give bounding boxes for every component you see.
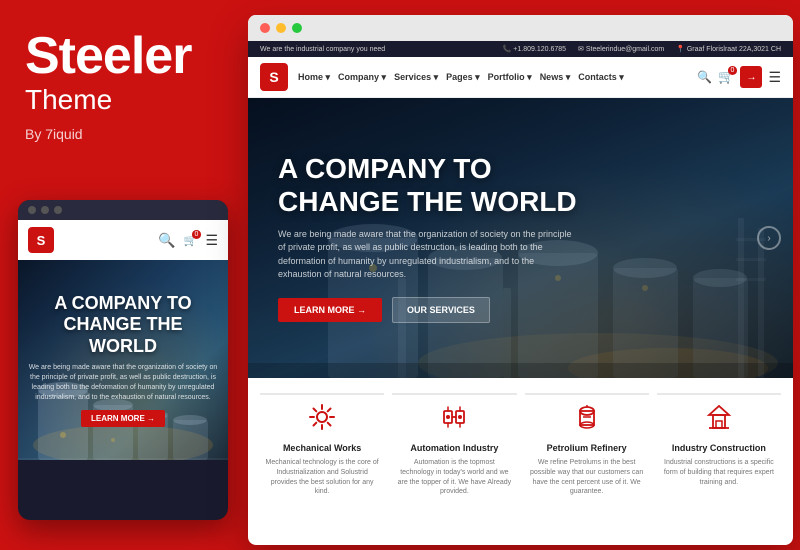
topbar-phone: 📞 +1.809.120.6785 [503,45,566,53]
nav-item-news[interactable]: News ▾ [540,72,571,83]
mobile-dot-3 [54,206,62,214]
nav-cart-icon[interactable]: 🛒0 [718,69,734,85]
hero-buttons: LEARN MORE → OUR SERVICES [278,297,598,323]
topbar-tagline: We are the industrial company you need [260,46,385,53]
nav-item-services[interactable]: Services ▾ [394,72,438,83]
site-topbar: We are the industrial company you need 📞… [248,41,793,57]
mobile-hero-desc: We are being made aware that the organiz… [28,363,218,402]
hamburger-icon[interactable]: ☰ [205,232,218,249]
nav-item-company[interactable]: Company ▾ [338,72,386,83]
topbar-contacts: 📞 +1.809.120.6785 ✉ Steelerindue@gmail.c… [503,45,781,53]
service-card-3: Industry Construction Industrial constru… [657,393,781,505]
cart-icon[interactable]: 🛒0 [184,234,198,247]
mobile-nav: S 🔍 🛒0 ☰ [18,220,228,260]
browser-bar [248,15,793,41]
site-nav: S Home ▾ Company ▾ Services ▾ Pages ▾ Po… [248,57,793,98]
service-name-1: Automation Industry [397,443,511,453]
nav-hamburger-icon[interactable]: ☰ [768,69,781,86]
site-nav-items: Home ▾ Company ▾ Services ▾ Pages ▾ Port… [298,72,687,83]
nav-item-contacts[interactable]: Contacts ▾ [578,72,624,83]
brand-by: By 7iquid [25,126,215,142]
mechanical-icon [265,403,379,437]
nav-arrow-button[interactable]: → [740,66,762,88]
mobile-logo: S [28,227,54,253]
mobile-dots [18,200,228,220]
brand-title: Steeler [25,30,215,82]
our-services-button[interactable]: OUR SERVICES [392,297,490,323]
hero-desc: We are being made aware that the organiz… [278,228,578,282]
desktop-preview: We are the industrial company you need 📞… [248,15,793,545]
service-desc-3: Industrial constructions is a specific f… [662,458,776,487]
mobile-dot-2 [41,206,49,214]
mobile-nav-icons: 🔍 🛒0 ☰ [158,232,218,249]
service-desc-1: Automation is the topmost technology in … [397,458,511,497]
browser-dot-red [260,23,270,33]
brand-subtitle: Theme [25,84,215,116]
service-card-0: Mechanical Works Mechanical technology i… [260,393,384,505]
service-card-2: Petrolium Refinery We refine Petrolums i… [525,393,649,505]
hero-title: A COMPANY TO CHANGE THE WORLD [278,153,598,217]
learn-more-button[interactable]: LEARN MORE → [278,298,382,322]
site-hero: A COMPANY TO CHANGE THE WORLD We are bei… [248,98,793,378]
slide-next-arrow[interactable]: › [757,226,781,250]
mobile-preview: S 🔍 🛒0 ☰ [18,200,228,520]
search-icon[interactable]: 🔍 [158,232,175,249]
automation-icon [397,403,511,437]
service-name-2: Petrolium Refinery [530,443,644,453]
browser-dot-green [292,23,302,33]
topbar-address: 📍 Graaf Florislraat 22A,3021 CH [676,45,781,53]
mobile-hero: A COMPANY TO CHANGE THE WORLD We are bei… [18,260,228,460]
service-card-1: Automation Industry Automation is the to… [392,393,516,505]
topbar-email: ✉ Steelerindue@gmail.com [578,45,664,53]
service-name-0: Mechanical Works [265,443,379,453]
hero-content: A COMPANY TO CHANGE THE WORLD We are bei… [248,153,628,322]
browser-dot-yellow [276,23,286,33]
site-nav-right: 🔍 🛒0 → ☰ [697,66,781,88]
nav-item-portfolio[interactable]: Portfolio ▾ [488,72,532,83]
nav-item-pages[interactable]: Pages ▾ [446,72,480,83]
mobile-dot-1 [28,206,36,214]
mobile-learn-btn[interactable]: LEARN MORE → [81,410,165,427]
construction-icon [662,403,776,437]
mobile-hero-content: A COMPANY TO CHANGE THE WORLD We are bei… [18,293,228,428]
services-section: Mechanical Works Mechanical technology i… [248,378,793,515]
refinery-icon [530,403,644,437]
nav-item-home[interactable]: Home ▾ [298,72,330,83]
nav-search-icon[interactable]: 🔍 [697,70,712,84]
service-desc-0: Mechanical technology is the core of Ind… [265,458,379,497]
site-nav-logo: S [260,63,288,91]
service-desc-2: We refine Petrolums in the best possible… [530,458,644,497]
service-name-3: Industry Construction [662,443,776,453]
mobile-hero-title: A COMPANY TO CHANGE THE WORLD [28,293,218,358]
left-panel: Steeler Theme By 7iquid S 🔍 🛒0 ☰ [0,0,240,550]
